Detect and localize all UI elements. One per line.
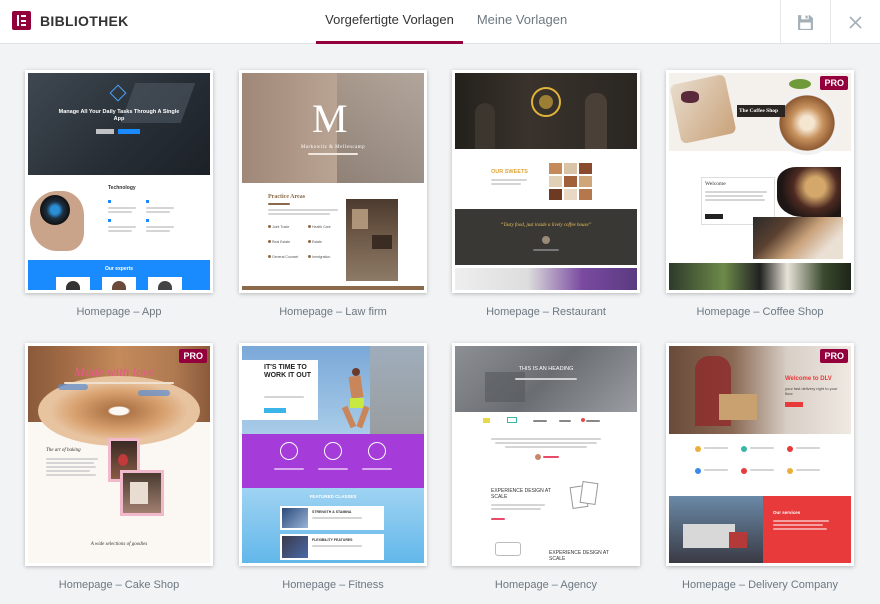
class-title: STRENGTH & STAMINA (312, 510, 352, 514)
hero-text: Manage All Your Daily Tasks Through A Si… (58, 109, 180, 122)
area-item: Estate (312, 240, 322, 244)
hero-text: The Coffee Shop (739, 107, 779, 114)
tab-label: Meine Vorlagen (476, 12, 568, 27)
template-thumbnail[interactable]: M Markowitz & Mellencamp Practice Areas … (239, 70, 427, 293)
template-title[interactable]: Homepage – Cake Shop (5, 579, 233, 591)
template-thumbnail[interactable]: THIS IS AN HEADING EXPERIENCE DESIGN AT … (452, 343, 640, 566)
welcome-text: Welcome (705, 181, 726, 187)
area-item: Immigration (312, 255, 331, 259)
section-title: EXPERIENCE DESIGN AT SCALE (549, 550, 609, 562)
section-title: EXPERIENCE DESIGN AT SCALE (491, 488, 551, 500)
area-item: Health Care (312, 225, 331, 229)
template-title[interactable]: Homepage – Fitness (219, 579, 447, 591)
tab-predesigned-templates[interactable]: Vorgefertigte Vorlagen (316, 0, 463, 44)
template-title[interactable]: Homepage – Delivery Company (646, 579, 874, 591)
template-thumbnail[interactable]: IT'S TIME TO WORK IT OUT FEATURED CLASSE… (239, 343, 427, 566)
footer-text: A wide selections of goodies (90, 542, 148, 547)
area-item: Real Estate (272, 240, 291, 244)
template-thumbnail[interactable]: Made with love The art of baking A wide … (25, 343, 213, 566)
library-title: BIBLIOTHEK (40, 13, 129, 29)
quote-text: “Tasty food, just inside a lively coffee… (500, 223, 592, 228)
close-button[interactable] (830, 0, 880, 44)
area-item: General Counsel (272, 255, 299, 259)
hero-text: Made with love (74, 364, 155, 379)
template-thumbnail[interactable]: OUR SWEETS “Tasty food, just inside a li… (452, 70, 640, 293)
pro-badge: PRO (179, 349, 207, 363)
template-title[interactable]: Homepage – Restaurant (432, 306, 660, 318)
template-title[interactable]: Homepage – Agency (432, 579, 660, 591)
template-title[interactable]: Homepage – Law firm (219, 306, 447, 318)
section-title: Technology (108, 185, 136, 191)
template-thumbnail[interactable]: The Coffee Shop Welcome (666, 70, 854, 293)
section-title: Practice Areas (268, 194, 306, 200)
class-title: FLEXIBILITY FEATURES (312, 538, 353, 542)
tab-label: Vorgefertigte Vorlagen (325, 12, 454, 27)
monogram: M (312, 96, 348, 141)
art-title: The art of baking (46, 448, 81, 453)
sweets-title: OUR SWEETS (491, 169, 528, 175)
template-title[interactable]: Homepage – Coffee Shop (646, 306, 874, 318)
hero-text: THIS IS AN HEADING (518, 366, 574, 372)
template-title[interactable]: Homepage – App (5, 306, 233, 318)
save-icon (797, 14, 813, 30)
template-thumbnail[interactable]: Welcome to DLV your fast delivery right … (666, 343, 854, 566)
hero-text: IT'S TIME TO WORK IT OUT (264, 364, 312, 379)
hero-subtitle: your fast delivery right to your floor (785, 386, 838, 396)
close-icon (849, 15, 862, 29)
elementor-logo-icon (12, 11, 31, 30)
services-title: Our services (773, 510, 801, 515)
template-thumbnail[interactable]: Manage All Your Daily Tasks Through A Si… (25, 70, 213, 293)
pro-badge: PRO (820, 349, 848, 363)
area-item: Joint Trade (272, 225, 290, 229)
pro-badge: PRO (820, 76, 848, 90)
featured-title: FEATURED CLASSES (309, 494, 357, 499)
save-button[interactable] (780, 0, 829, 44)
library-header: BIBLIOTHEK Vorgefertigte Vorlagen Meine … (0, 0, 880, 44)
hero-text: Welcome to DLV (785, 376, 832, 382)
tab-my-templates[interactable]: Meine Vorlagen (472, 0, 572, 44)
brand-name: Markowitz & Mellencamp (300, 145, 366, 150)
footer-title: Our experts (104, 266, 134, 272)
